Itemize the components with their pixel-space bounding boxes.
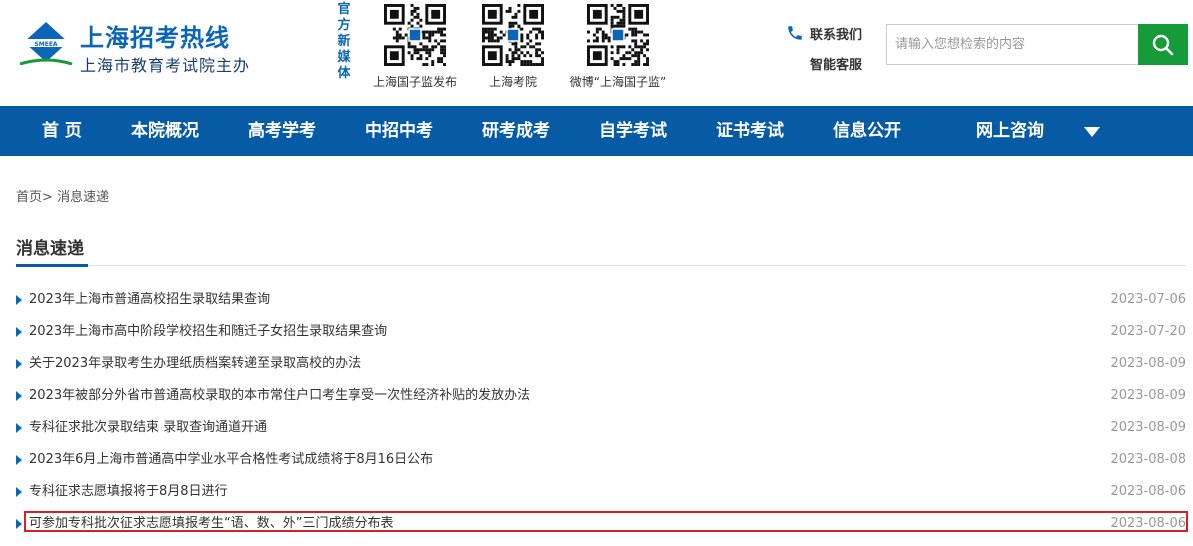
qr-code-icon [587,4,649,66]
search-icon [1152,34,1174,55]
news-title[interactable]: 2023年6月上海市普通高中学业水平合格性考试成绩将于8月16日公布 [29,444,433,476]
qrcode-weibo[interactable]: 微博“上海国子监” [566,4,670,90]
section-title: 消息速递 [16,239,84,259]
qr-code-icon [384,4,446,66]
site-header: SMEEA 上海招考热线 上海市教育考试院主办 官 方 新 媒 体 上海国子监发… [0,0,1193,106]
list-item[interactable]: 2023年上海市普通高校招生录取结果查询 2023-07-06 [16,284,1188,316]
news-title[interactable]: 专科征求志愿填报将于8月8日进行 [29,476,228,508]
chevron-down-icon[interactable] [1084,127,1100,137]
search-box [886,24,1188,65]
qrcode-caption: 上海考院 [488,75,537,89]
contact-us-label: 联系我们 [810,27,863,43]
qrcode-caption: 微博“上海国子监” [569,75,667,89]
nav-zixun[interactable]: 网上咨询 [976,106,1044,156]
breadcrumb-separator: > [42,190,53,205]
smeea-logo-icon: SMEEA [19,22,73,66]
nav-yankao[interactable]: 研考成考 [482,106,550,156]
nav-about[interactable]: 本院概况 [131,106,199,156]
section-title-underline [16,264,88,267]
news-title[interactable]: 可参加专科批次征求志愿填报考生“语、数、外”三门成绩分布表 [29,508,393,540]
site-subtitle: 上海市教育考试院主办 [80,56,251,75]
qr-code-icon [482,4,544,66]
main-nav: 首 页 本院概况 高考学考 中招中考 研考成考 自学考试 证书考试 信息公开 网… [0,106,1193,156]
bullet-triangle-icon [16,455,22,465]
qrcode-kaoyuan[interactable]: 上海考院 [482,4,544,90]
breadcrumb: 首页> 消息速递 [16,186,109,205]
news-date: 2023-08-09 [1110,388,1186,403]
breadcrumb-current: 消息速递 [57,190,110,205]
list-item-highlighted[interactable]: 可参加专科批次征求志愿填报考生“语、数、外”三门成绩分布表 2023-08-06 [16,508,1188,540]
news-date: 2023-08-06 [1110,484,1186,499]
qrcode-caption: 上海国子监发布 [372,75,457,89]
nav-home[interactable]: 首 页 [42,106,82,156]
site-title: 上海招考热线 [80,24,230,52]
news-date: 2023-08-09 [1110,420,1186,435]
list-item[interactable]: 关于2023年录取考生办理纸质档案转递至录取高校的办法 2023-08-09 [16,348,1188,380]
news-title[interactable]: 2023年被部分外省市普通高校录取的本市常住户口考生享受一次性经济补贴的发放办法 [29,380,530,412]
breadcrumb-home[interactable]: 首页 [16,190,42,205]
search-input[interactable] [887,25,1138,64]
bullet-triangle-icon [16,423,22,433]
contact-us-link[interactable]: 联系我们 [786,22,862,44]
news-title[interactable]: 专科征求批次录取结束 录取查询通道开通 [29,412,267,444]
smart-service-label: 智能客服 [810,57,863,73]
news-date: 2023-08-08 [1110,452,1186,467]
news-title[interactable]: 2023年上海市普通高校招生录取结果查询 [29,284,270,316]
bullet-triangle-icon [16,295,22,305]
phone-icon [788,26,802,40]
bullet-triangle-icon [16,359,22,369]
news-date: 2023-07-06 [1110,292,1186,307]
section-divider [16,265,1186,266]
contact-block: 联系我们 智能客服 [786,22,862,74]
nav-zhengshu[interactable]: 证书考试 [716,106,784,156]
list-item[interactable]: 2023年被部分外省市普通高校录取的本市常住户口考生享受一次性经济补贴的发放办法… [16,380,1188,412]
news-title[interactable]: 2023年上海市高中阶段学校招生和随迁子女招生录取结果查询 [29,316,387,348]
news-list: 2023年上海市普通高校招生录取结果查询 2023-07-06 2023年上海市… [16,284,1188,540]
bullet-triangle-icon [16,487,22,497]
nav-gaokao[interactable]: 高考学考 [248,106,316,156]
list-item[interactable]: 专科征求志愿填报将于8月8日进行 2023-08-06 [16,476,1188,508]
news-date: 2023-08-09 [1110,356,1186,371]
news-date: 2023-07-20 [1110,324,1186,339]
nav-zhongkao[interactable]: 中招中考 [365,106,433,156]
search-button[interactable] [1138,24,1188,65]
list-item[interactable]: 2023年6月上海市普通高中学业水平合格性考试成绩将于8月16日公布 2023-… [16,444,1188,476]
news-date: 2023-08-06 [1110,516,1186,531]
smart-service-link[interactable]: 智能客服 [786,52,862,74]
list-item[interactable]: 2023年上海市高中阶段学校招生和随迁子女招生录取结果查询 2023-07-20 [16,316,1188,348]
logo-mark-text: SMEEA [34,41,57,48]
bullet-triangle-icon [16,519,22,529]
site-logo[interactable]: SMEEA 上海招考热线 上海市教育考试院主办 [18,18,251,78]
official-media-label: 官 方 新 媒 体 [337,2,351,81]
nav-zixue[interactable]: 自学考试 [599,106,667,156]
nav-xinxi[interactable]: 信息公开 [833,106,901,156]
qrcode-guozijian[interactable]: 上海国子监发布 [372,4,458,90]
bullet-triangle-icon [16,327,22,337]
list-item[interactable]: 专科征求批次录取结束 录取查询通道开通 2023-08-09 [16,412,1188,444]
news-title[interactable]: 关于2023年录取考生办理纸质档案转递至录取高校的办法 [29,348,361,380]
bullet-triangle-icon [16,391,22,401]
